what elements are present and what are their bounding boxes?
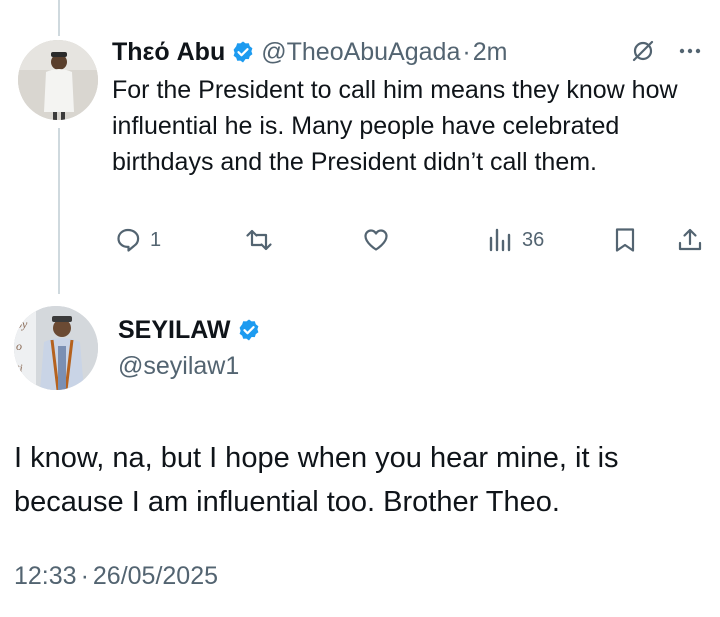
- main-time: 12:33: [14, 562, 77, 590]
- verified-badge-icon: [237, 318, 261, 342]
- views-count: 36: [522, 228, 545, 251]
- reply-handle[interactable]: @TheoAbuAgada: [261, 38, 460, 67]
- thread-line-top: [58, 0, 60, 36]
- verified-badge-icon: [231, 40, 255, 64]
- reply-display-name[interactable]: Thεό Abu: [112, 38, 225, 67]
- reply-separator: ·: [462, 37, 471, 66]
- like-button[interactable]: [362, 226, 390, 254]
- retweet-icon: [244, 226, 274, 254]
- bookmark-icon: [612, 226, 638, 254]
- bookmark-button[interactable]: [612, 226, 638, 254]
- reply-text: For the President to call him means they…: [112, 76, 678, 176]
- reply-header: Thεό Abu @TheoAbuAgada · 2m: [112, 34, 712, 70]
- like-icon: [362, 226, 390, 254]
- main-avatar[interactable]: py o ti: [14, 306, 98, 390]
- retweet-button[interactable]: [244, 226, 274, 254]
- reply-tweet[interactable]: Thεό Abu @TheoAbuAgada · 2m For the Pres…: [112, 34, 712, 180]
- reply-button[interactable]: 1: [114, 226, 161, 254]
- main-date: 26/05/2025: [92, 562, 219, 590]
- grok-icon[interactable]: [630, 38, 656, 64]
- share-button[interactable]: [676, 226, 704, 254]
- main-tweet-header: SEYILAW @seyilaw1: [118, 312, 267, 381]
- views-button[interactable]: 36: [486, 226, 544, 254]
- reply-avatar[interactable]: [18, 40, 98, 120]
- svg-text:py: py: [15, 317, 28, 331]
- reply-icon: [114, 226, 142, 254]
- svg-text:o: o: [16, 339, 22, 353]
- reply-count: 1: [150, 228, 162, 251]
- svg-text:ti: ti: [16, 361, 23, 375]
- reply-time[interactable]: 2m: [473, 38, 508, 67]
- main-tweet-timestamp[interactable]: 12:33 · 26/05/2025: [14, 562, 218, 591]
- reply-action-bar: 1 36: [112, 226, 708, 266]
- views-icon: [486, 226, 514, 254]
- share-icon: [676, 226, 704, 254]
- thread-line-connector: [58, 128, 60, 294]
- main-display-name[interactable]: SEYILAW: [118, 316, 231, 345]
- more-icon[interactable]: [678, 47, 702, 55]
- main-handle[interactable]: @seyilaw1: [118, 352, 267, 381]
- timestamp-separator: ·: [80, 562, 89, 590]
- main-tweet-text: I know, na, but I hope when you hear min…: [14, 442, 619, 518]
